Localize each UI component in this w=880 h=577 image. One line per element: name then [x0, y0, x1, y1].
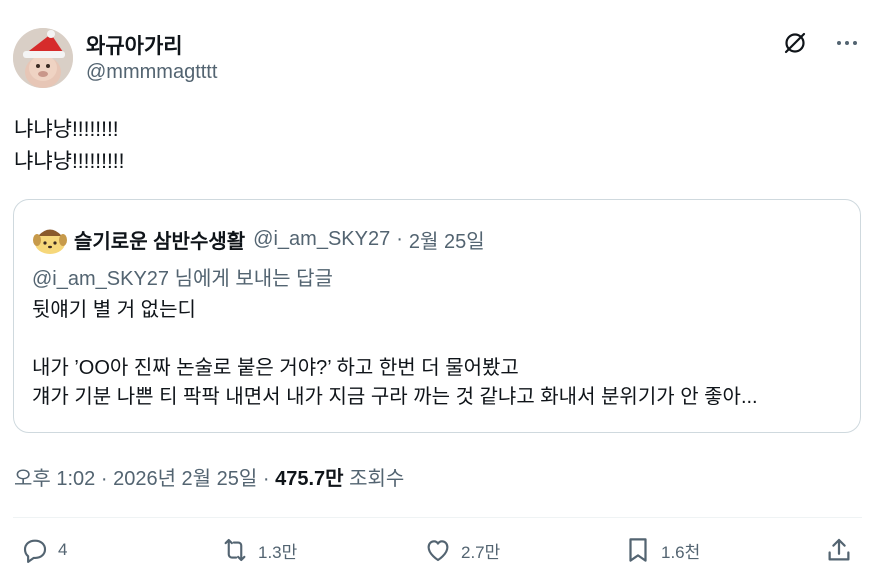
- author-display-name[interactable]: 와규아가리: [86, 30, 183, 60]
- quote-handle[interactable]: @i_am_SKY27: [253, 228, 390, 251]
- top-actions: [780, 28, 862, 58]
- quote-line: [32, 325, 758, 354]
- grok-icon[interactable]: [780, 28, 810, 58]
- bookmark-icon: [629, 538, 647, 562]
- quote-date[interactable]: 2월 25일: [409, 225, 485, 254]
- meta-separator: ·: [100, 468, 108, 490]
- more-icon[interactable]: [832, 28, 862, 58]
- reply-count: 4: [58, 540, 68, 559]
- quote-avatar: [32, 221, 68, 257]
- avatar-image: [13, 28, 73, 88]
- author-handle[interactable]: @mmmmagtttt: [86, 61, 217, 84]
- heart-icon: [427, 540, 449, 562]
- views-count: 475.7만: [275, 468, 344, 490]
- views-label: 조회수: [349, 468, 405, 490]
- bookmark-count: 1.6천: [661, 542, 701, 562]
- bookmark-button[interactable]: 1.6천: [623, 535, 700, 565]
- share-icon: [828, 538, 850, 561]
- tweet-line: 냐냐냥!!!!!!!!!: [14, 150, 125, 173]
- retweet-count: 1.3만: [258, 542, 298, 562]
- author-avatar[interactable]: [13, 28, 73, 88]
- quote-line: 걔가 기분 나쁜 티 팍팍 내면서 내가 지금 구라 까는 것 같냐고 화내서 …: [32, 386, 758, 408]
- tweet-time[interactable]: 오후 1:02: [14, 468, 95, 490]
- quote-header: 슬기로운 삼반수생활 @i_am_SKY27 · 2월 25일: [32, 221, 485, 257]
- quote-avatar-image: [32, 221, 68, 257]
- reply-button[interactable]: 4: [20, 535, 67, 565]
- quote-line: 내가 ’OO아 진짜 논술로 붙은 거야?’ 하고 한번 더 물어봤고: [32, 357, 519, 379]
- like-count: 2.7만: [461, 542, 501, 562]
- share-button[interactable]: [824, 535, 854, 565]
- reply-icon: [23, 539, 47, 563]
- quote-separator: ·: [396, 227, 403, 250]
- meta-separator: ·: [262, 468, 270, 490]
- action-bar: 4 1.3만 2.7만 1.6천: [20, 535, 860, 571]
- quote-display-name[interactable]: 슬기로운 삼반수생활: [74, 225, 245, 254]
- like-button[interactable]: 2.7만: [423, 535, 500, 565]
- quote-reply-context: @i_am_SKY27 님에게 보내는 답글: [32, 268, 333, 290]
- retweet-icon: [224, 538, 246, 562]
- tweet-date[interactable]: 2026년 2월 25일: [113, 468, 257, 490]
- tweet-timestamp: 오후 1:02 · 2026년 2월 25일 · 475.7만 조회수: [14, 462, 404, 491]
- retweet-button[interactable]: 1.3만: [220, 535, 297, 565]
- quoted-tweet[interactable]: 슬기로운 삼반수생활 @i_am_SKY27 · 2월 25일 @i_am_SK…: [13, 199, 861, 433]
- quote-body: 뒷얘기 별 거 없는디 내가 ’OO아 진짜 논술로 붙은 거야?’ 하고 한번…: [32, 296, 758, 412]
- tweet-text: 냐냐냥!!!!!!!! 냐냐냥!!!!!!!!!: [14, 114, 124, 178]
- tweet-line: 냐냐냥!!!!!!!!: [14, 118, 119, 141]
- quote-line: 뒷얘기 별 거 없는디: [32, 299, 196, 321]
- actions-divider: [13, 517, 862, 518]
